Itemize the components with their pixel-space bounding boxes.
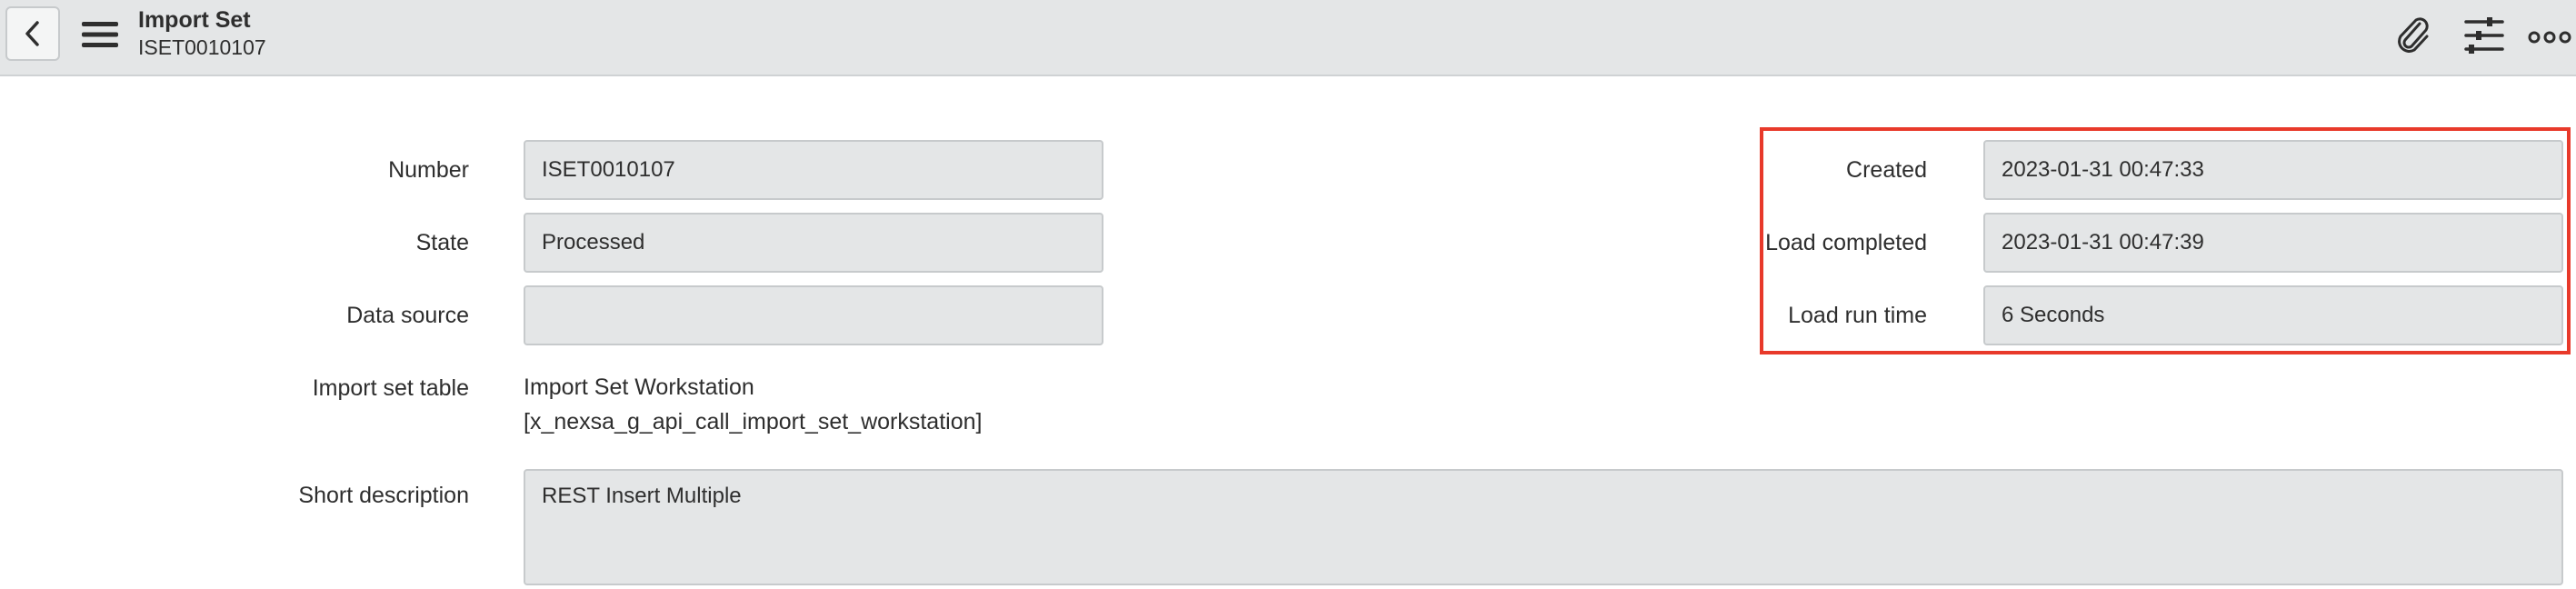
short-description-label: Short description xyxy=(298,483,469,508)
number-label: Number xyxy=(388,157,469,183)
chevron-left-icon xyxy=(25,21,39,46)
data-source-label: Data source xyxy=(346,303,469,328)
page-title: Import Set xyxy=(138,7,251,33)
data-source-field[interactable] xyxy=(524,285,1103,345)
paperclip-icon[interactable] xyxy=(2392,15,2434,56)
form-header: Import Set ISET0010107 xyxy=(0,0,2576,76)
record-number: ISET0010107 xyxy=(138,35,266,59)
hamburger-menu-icon[interactable] xyxy=(82,20,118,49)
state-field[interactable]: Processed xyxy=(524,213,1103,273)
more-icon[interactable] xyxy=(2527,15,2572,56)
header-title-block: Import Set ISET0010107 xyxy=(138,5,266,60)
highlight-box xyxy=(1760,127,2571,354)
import-set-table-label: Import set table xyxy=(312,375,469,401)
short-description-field[interactable]: REST Insert Multiple xyxy=(524,469,2563,585)
import-set-table-id: [x_nexsa_g_api_call_import_set_workstati… xyxy=(524,409,983,434)
sliders-icon[interactable] xyxy=(2463,15,2505,56)
import-set-table-name[interactable]: Import Set Workstation xyxy=(524,371,754,404)
state-label: State xyxy=(415,230,469,255)
number-field[interactable]: ISET0010107 xyxy=(524,140,1103,200)
back-button[interactable] xyxy=(5,6,60,61)
